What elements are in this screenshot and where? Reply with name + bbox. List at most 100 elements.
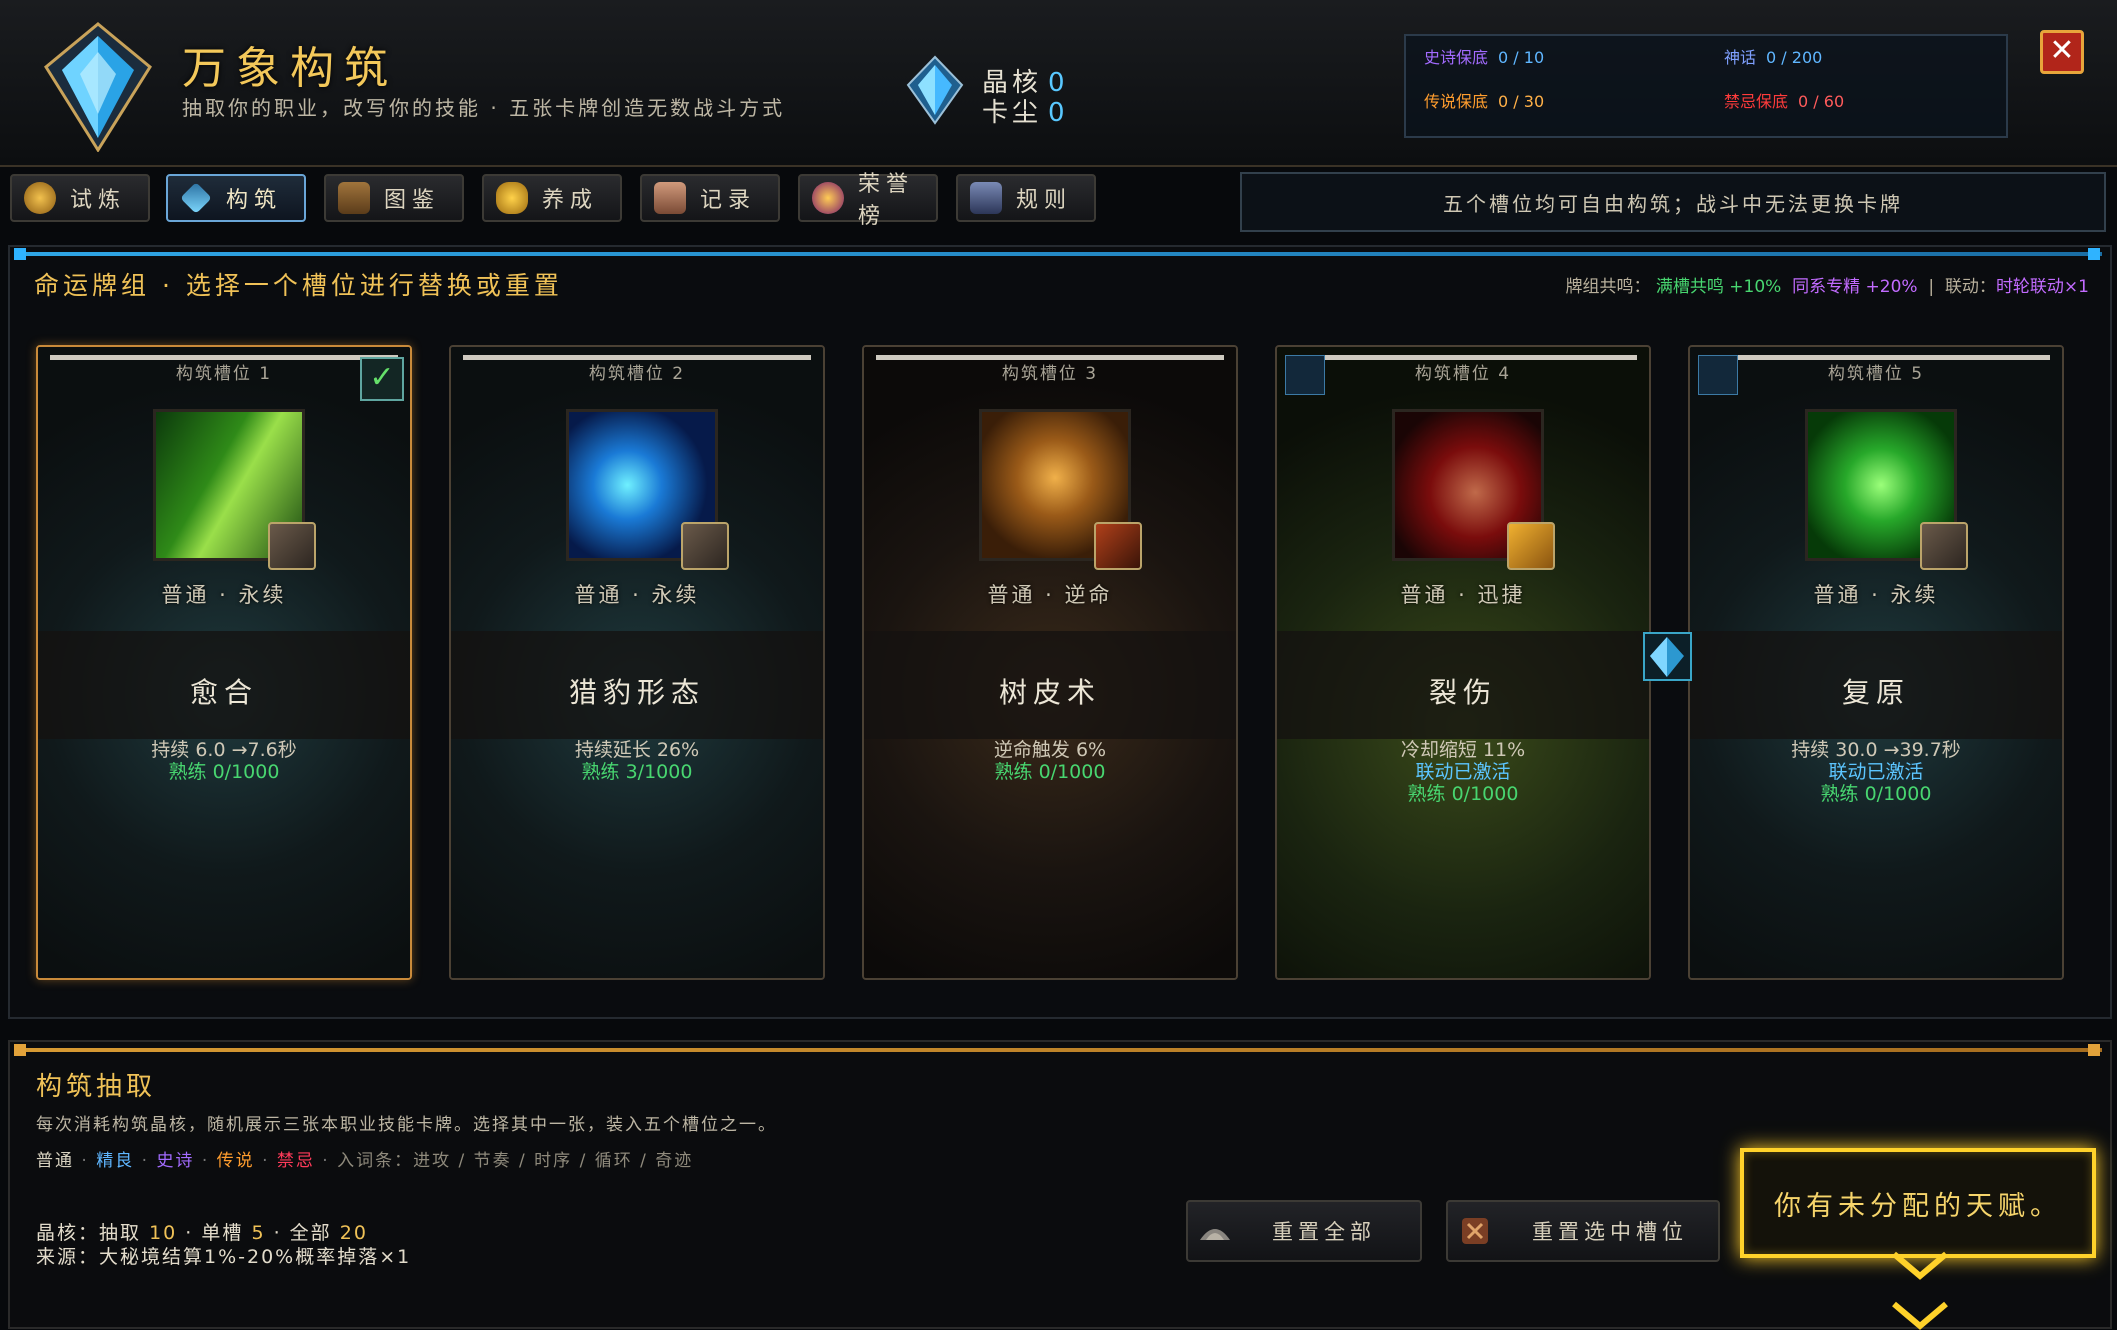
card-tags: 普通 · 永续 xyxy=(1813,583,1939,607)
tab-records[interactable]: 记录 xyxy=(640,174,780,222)
card-tags: 普通 · 永续 xyxy=(161,583,287,607)
pity-legendary-label: 传说保底 xyxy=(1424,92,1489,111)
draw-divider xyxy=(14,1048,2102,1052)
draw-description: 每次消耗构筑晶核，随机展示三张本职业技能卡牌。选择其中一张，装入五个槽位之一。 xyxy=(36,1115,777,1135)
cost-all-value: 20 xyxy=(339,1222,368,1244)
divider-node xyxy=(2088,248,2100,260)
skill-mastery: 熟练 0/1000 xyxy=(994,761,1106,783)
tab-trial[interactable]: 试炼 xyxy=(10,174,150,222)
tab-build[interactable]: 构筑 xyxy=(166,174,306,222)
synergy-label: 牌组共鸣： xyxy=(1565,277,1651,297)
divider-node xyxy=(2088,1044,2100,1056)
rarity-rare: 精良 xyxy=(96,1151,135,1171)
card-dust-label: 卡尘 xyxy=(982,98,1043,128)
rarity-legendary: 传说 xyxy=(216,1151,255,1171)
tab-rules-label: 规则 xyxy=(1016,188,1073,213)
cost-single-label: 单槽 xyxy=(201,1222,244,1244)
card-tags: 普通 · 迅捷 xyxy=(1400,583,1526,607)
skill-mastery: 熟练 3/1000 xyxy=(581,761,693,783)
cost-all-label: 全部 xyxy=(289,1222,332,1244)
pity-counter-panel: 史诗保底 0 / 10 神话 0 / 200 传说保底 0 / 30 禁忌保底 0 / … xyxy=(1404,34,2008,138)
tab-honor[interactable]: 荣誉榜 xyxy=(798,172,938,229)
card-tags: 普通 · 永续 xyxy=(574,583,700,607)
crystal-crest-icon xyxy=(44,22,152,152)
page-subtitle: 抽取你的职业，改写你的技能 · 五张卡牌创造无数战斗方式 xyxy=(182,96,786,120)
card-dust-count: 卡尘 0 xyxy=(982,92,1069,129)
rarity-forbidden: 禁忌 xyxy=(276,1151,315,1171)
tab-honor-label: 荣誉榜 xyxy=(858,172,915,229)
skill-name: 猎豹形态 xyxy=(568,676,705,709)
reset-selected-label: 重置选中槽位 xyxy=(1532,1220,1688,1244)
synergy-link-label: 联动： xyxy=(1944,277,1996,297)
reset-all-button[interactable]: 重置全部 xyxy=(1186,1200,1422,1262)
pity-epic-label: 史诗保底 xyxy=(1424,48,1489,67)
divider-node xyxy=(14,1044,26,1056)
affix-list: 入词条：进攻 / 节奏 / 时序 / 循环 / 奇迹 xyxy=(337,1151,694,1171)
selected-check-icon: ✓ xyxy=(360,357,404,401)
honor-seal-icon xyxy=(812,182,844,214)
skill-name: 复原 xyxy=(1841,676,1910,709)
card-slot-1[interactable]: 构筑槽位 1 ✓ 普通 · 永续 愈合 持续 6.0 →7.6秒 熟练 0/10… xyxy=(36,345,412,980)
page-title: 万象构筑 xyxy=(182,43,398,94)
tab-codex[interactable]: 图鉴 xyxy=(324,174,464,222)
gold-rune-icon xyxy=(1507,522,1555,570)
tab-rules[interactable]: 规则 xyxy=(956,174,1096,222)
tab-develop[interactable]: 养成 xyxy=(482,174,622,222)
close-button[interactable]: ✕ xyxy=(2040,30,2084,74)
pity-forbidden: 禁忌保底 0 / 60 xyxy=(1724,88,1844,112)
card-slot-5[interactable]: 构筑槽位 5 普通 · 永续 复原 持续 30.0 →39.7秒 联动已激活 熟… xyxy=(1688,345,2064,980)
slot-label: 构筑槽位 4 xyxy=(1414,364,1512,384)
crystal-icon xyxy=(906,55,964,125)
skill-mastery: 熟练 0/1000 xyxy=(1407,783,1519,805)
skill-name: 愈合 xyxy=(189,676,258,709)
tab-build-label: 构筑 xyxy=(226,188,283,213)
deck-synergy: 牌组共鸣： 满槽共鸣 +10% 同系专精 +20% | 联动：时轮联动×1 xyxy=(1565,272,2089,297)
info-banner: 五个槽位均可自由构筑；战斗中无法更换卡牌 xyxy=(1240,172,2106,232)
pity-epic: 史诗保底 0 / 10 xyxy=(1424,44,1544,68)
skill-mastery: 熟练 0/1000 xyxy=(1820,783,1932,805)
crossed-weapons-icon xyxy=(1920,522,1968,570)
rarity-legend: 普通 · 精良 · 史诗 · 传说 · 禁忌 · 入词条：进攻 / 节奏 / 时… xyxy=(36,1151,694,1171)
pity-myth-value: 0 / 200 xyxy=(1766,48,1823,67)
skill-name: 裂伤 xyxy=(1428,676,1497,709)
pity-legendary: 传说保底 0 / 30 xyxy=(1424,88,1544,112)
pity-legendary-value: 0 / 30 xyxy=(1498,92,1545,111)
pity-myth-label: 神话 xyxy=(1724,48,1757,67)
card-slot-3[interactable]: 构筑槽位 3 普通 · 逆命 树皮术 逆命触发 6% 熟练 0/1000 xyxy=(862,345,1238,980)
card-slot-2[interactable]: 构筑槽位 2 普通 · 永续 猎豹形态 持续延长 26% 熟练 3/1000 xyxy=(449,345,825,980)
card-slot-4[interactable]: 构筑槽位 4 普通 · 迅捷 裂伤 冷却缩短 11% 联动已激活 熟练 0/10… xyxy=(1275,345,1651,980)
rulebook-icon xyxy=(970,182,1002,214)
card-dust-value: 0 xyxy=(1048,98,1069,128)
crossed-weapons-icon xyxy=(681,522,729,570)
crystal-cost-line: 晶核：抽取 10 · 单槽 5 · 全部 20 xyxy=(36,1222,368,1244)
unassigned-talent-notice[interactable]: 你有未分配的天赋。 xyxy=(1740,1148,2096,1258)
pity-myth: 神话 0 / 200 xyxy=(1724,44,1822,68)
tab-trial-label: 试炼 xyxy=(70,188,127,213)
pity-forbidden-value: 0 / 60 xyxy=(1798,92,1845,111)
deck-title: 命运牌组 · 选择一个槽位进行替换或重置 xyxy=(34,271,563,300)
reset-selected-button[interactable]: 重置选中槽位 xyxy=(1446,1200,1720,1262)
cost-draw-label: 抽取 xyxy=(99,1222,142,1244)
slot-label: 构筑槽位 2 xyxy=(588,364,686,384)
chain-link-gem-icon xyxy=(1643,632,1692,681)
synergy-separator: | xyxy=(1928,277,1935,297)
book-icon xyxy=(338,182,370,214)
rarity-common: 普通 xyxy=(36,1151,74,1171)
crossed-weapons-icon xyxy=(268,522,316,570)
draw-title: 构筑抽取 xyxy=(36,1072,157,1102)
crystal-source: 来源：大秘境结算1%-20%概率掉落×1 xyxy=(36,1246,412,1268)
deck-divider xyxy=(14,252,2102,256)
pity-forbidden-label: 禁忌保底 xyxy=(1724,92,1789,111)
scroll-rune-icon xyxy=(1462,1218,1488,1244)
sun-medal-icon xyxy=(24,182,56,214)
chevron-down-icon xyxy=(1892,1301,1948,1330)
skill-name: 树皮术 xyxy=(998,676,1101,709)
close-icon: ✕ xyxy=(2049,33,2075,68)
gear-upgrade-icon xyxy=(496,182,528,214)
fire-rune-icon xyxy=(1094,522,1142,570)
rarity-epic: 史诗 xyxy=(156,1151,195,1171)
cost-single-value: 5 xyxy=(251,1222,266,1244)
divider-node xyxy=(14,248,26,260)
synergy-full-slot: 满槽共鸣 +10% xyxy=(1655,277,1782,297)
tab-records-label: 记录 xyxy=(700,188,757,213)
